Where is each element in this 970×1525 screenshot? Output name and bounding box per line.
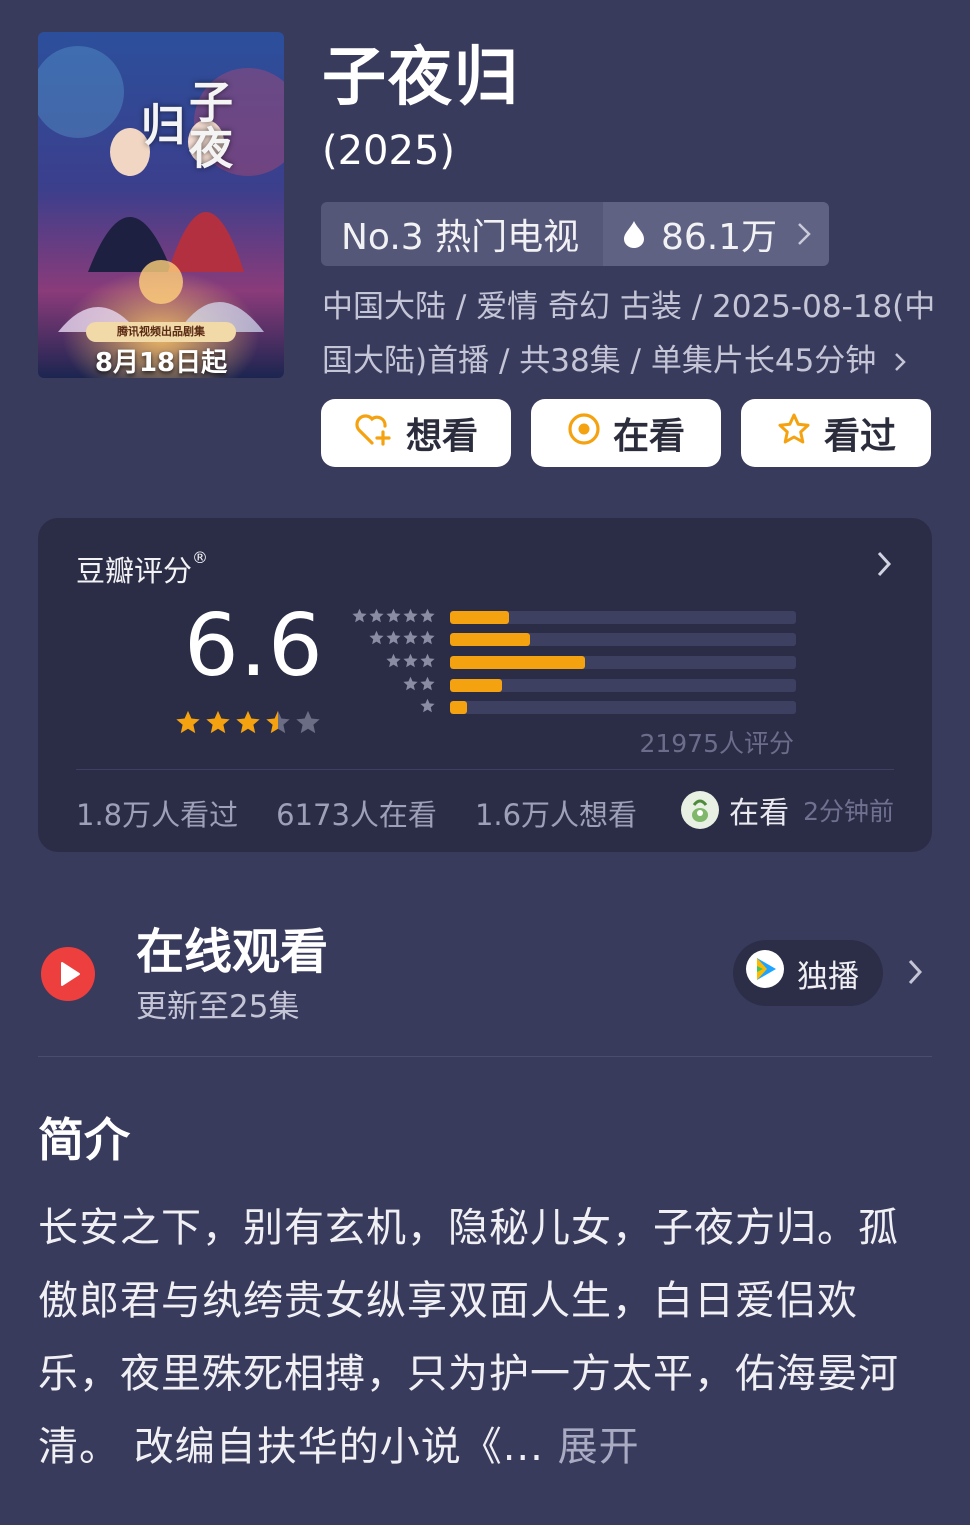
online-watch-title[interactable]: 在线观看 (136, 922, 328, 982)
distribution-bar-fill (450, 633, 530, 647)
distribution-bar-fill (450, 610, 509, 624)
poster-image[interactable]: 子夜归 腾讯视频出品剧集 8月18日起 (38, 32, 284, 378)
divider (76, 769, 894, 770)
distribution-bar-fill (450, 655, 585, 669)
star-icon (174, 708, 202, 740)
heat-value: 86.1万 (661, 217, 778, 258)
registered-mark: ® (192, 548, 209, 567)
episode-update: 更新至25集 (136, 989, 300, 1025)
star-icon (402, 652, 419, 673)
watching-label: 在看 (612, 416, 685, 457)
star-icon (385, 629, 402, 650)
watching-count: 6173人在看 (276, 798, 437, 832)
star-icon (419, 675, 436, 696)
distribution-bar (450, 610, 796, 624)
distribution-row (350, 651, 796, 674)
rating-stars (174, 708, 322, 740)
divider (38, 1056, 932, 1057)
poster-badge: 腾讯视频出品剧集 (86, 322, 236, 342)
distribution-stars (350, 675, 436, 696)
action-buttons: 想看 在看 看过 (321, 399, 931, 467)
star-icon (419, 629, 436, 650)
distribution-row (350, 674, 796, 697)
chevron-right-icon[interactable] (908, 958, 923, 990)
watched-button[interactable]: 看过 (741, 399, 931, 467)
star-icon (419, 652, 436, 673)
poster-date: 8月18日起 (94, 348, 228, 378)
rating-distribution (350, 606, 796, 719)
flame-icon (623, 220, 645, 248)
rating-count: 21975人评分 (639, 729, 794, 758)
distribution-bar-fill (450, 701, 468, 715)
distribution-bar (450, 678, 796, 692)
star-icon (368, 607, 385, 628)
star-icon (385, 652, 402, 673)
star-icon (204, 708, 232, 740)
exclusive-label: 独播 (797, 958, 859, 995)
meta-text: 中国大陆 / 爱情 奇幻 古装 / 2025-08-18(中国大陆)首播 / 共… (322, 289, 936, 379)
star-outline-icon (776, 412, 812, 455)
star-icon (402, 629, 419, 650)
release-year: (2025) (322, 128, 456, 174)
distribution-row (350, 629, 796, 652)
distribution-bar (450, 655, 796, 669)
want-label: 想看 (405, 416, 478, 457)
distribution-row (350, 606, 796, 629)
chevron-right-icon (797, 222, 811, 246)
star-icon (264, 708, 292, 740)
audience-stats: 1.8万人看过 6173人在看 1.6万人想看 (76, 792, 675, 834)
distribution-stars (350, 607, 436, 628)
distribution-bar-fill (450, 678, 502, 692)
distribution-bar (450, 701, 796, 715)
star-icon (234, 708, 262, 740)
heat-section[interactable]: 86.1万 (603, 202, 829, 266)
want-count: 1.6万人想看 (474, 798, 638, 832)
watched-count: 1.8万人看过 (76, 798, 239, 832)
distribution-stars (350, 629, 436, 650)
star-icon (402, 607, 419, 628)
avatar (681, 791, 720, 829)
watched-label: 看过 (823, 416, 896, 457)
distribution-bar (450, 633, 796, 647)
rating-card[interactable]: 豆瓣评分® 6.6 21975人评分 1.8万人看过 6173人在看 1.6万人… (38, 518, 932, 852)
star-icon (368, 629, 385, 650)
star-icon (402, 675, 419, 696)
chevron-right-icon (894, 336, 906, 390)
intro-body: 长安之下，别有玄机，隐秘儿女，子夜方归。孤傲郎君与纨绔贵女纵享双面人生，白日爱侣… (38, 1205, 899, 1470)
page-title: 子夜归 (322, 41, 520, 115)
poster-title-art: 子夜归 (133, 79, 232, 171)
play-icon[interactable] (40, 946, 96, 1006)
distribution-row (350, 696, 796, 719)
chevron-right-icon[interactable] (876, 550, 892, 582)
expand-link[interactable]: 展开 (558, 1424, 640, 1470)
friend-time: 2分钟前 (803, 797, 894, 826)
distribution-stars (350, 697, 436, 718)
friend-status: 在看 (729, 796, 790, 831)
exclusive-badge[interactable]: 独播 (733, 940, 883, 1006)
intro-text[interactable]: 长安之下，别有玄机，隐秘儿女，子夜方归。孤傲郎君与纨绔贵女纵享双面人生，白日爱侣… (38, 1192, 918, 1484)
star-icon (419, 697, 436, 718)
rank-pill[interactable]: No.3 热门电视 86.1万 (321, 202, 829, 266)
rating-score: 6.6 (184, 596, 324, 696)
rank-label: No.3 热门电视 (321, 202, 603, 266)
movie-detail-page: 子夜归 腾讯视频出品剧集 8月18日起 子夜归 (2025) No.3 热门电视… (0, 0, 970, 1525)
rating-label: 豆瓣评分 (76, 554, 193, 588)
intro-heading: 简介 (38, 1113, 130, 1167)
star-icon (385, 607, 402, 628)
tencent-video-icon (745, 949, 785, 997)
meta-info[interactable]: 中国大陆 / 爱情 奇幻 古装 / 2025-08-18(中国大陆)首播 / 共… (322, 280, 942, 390)
want-button[interactable]: 想看 (321, 399, 511, 467)
star-icon (351, 607, 368, 628)
watching-button[interactable]: 在看 (531, 399, 721, 467)
target-icon (567, 412, 601, 455)
heart-plus-icon (354, 412, 394, 455)
star-icon (419, 607, 436, 628)
rating-header: 豆瓣评分® (76, 548, 208, 590)
distribution-stars (350, 652, 436, 673)
star-icon (294, 708, 322, 740)
friend-activity[interactable]: 在看 2分钟前 (681, 788, 894, 832)
